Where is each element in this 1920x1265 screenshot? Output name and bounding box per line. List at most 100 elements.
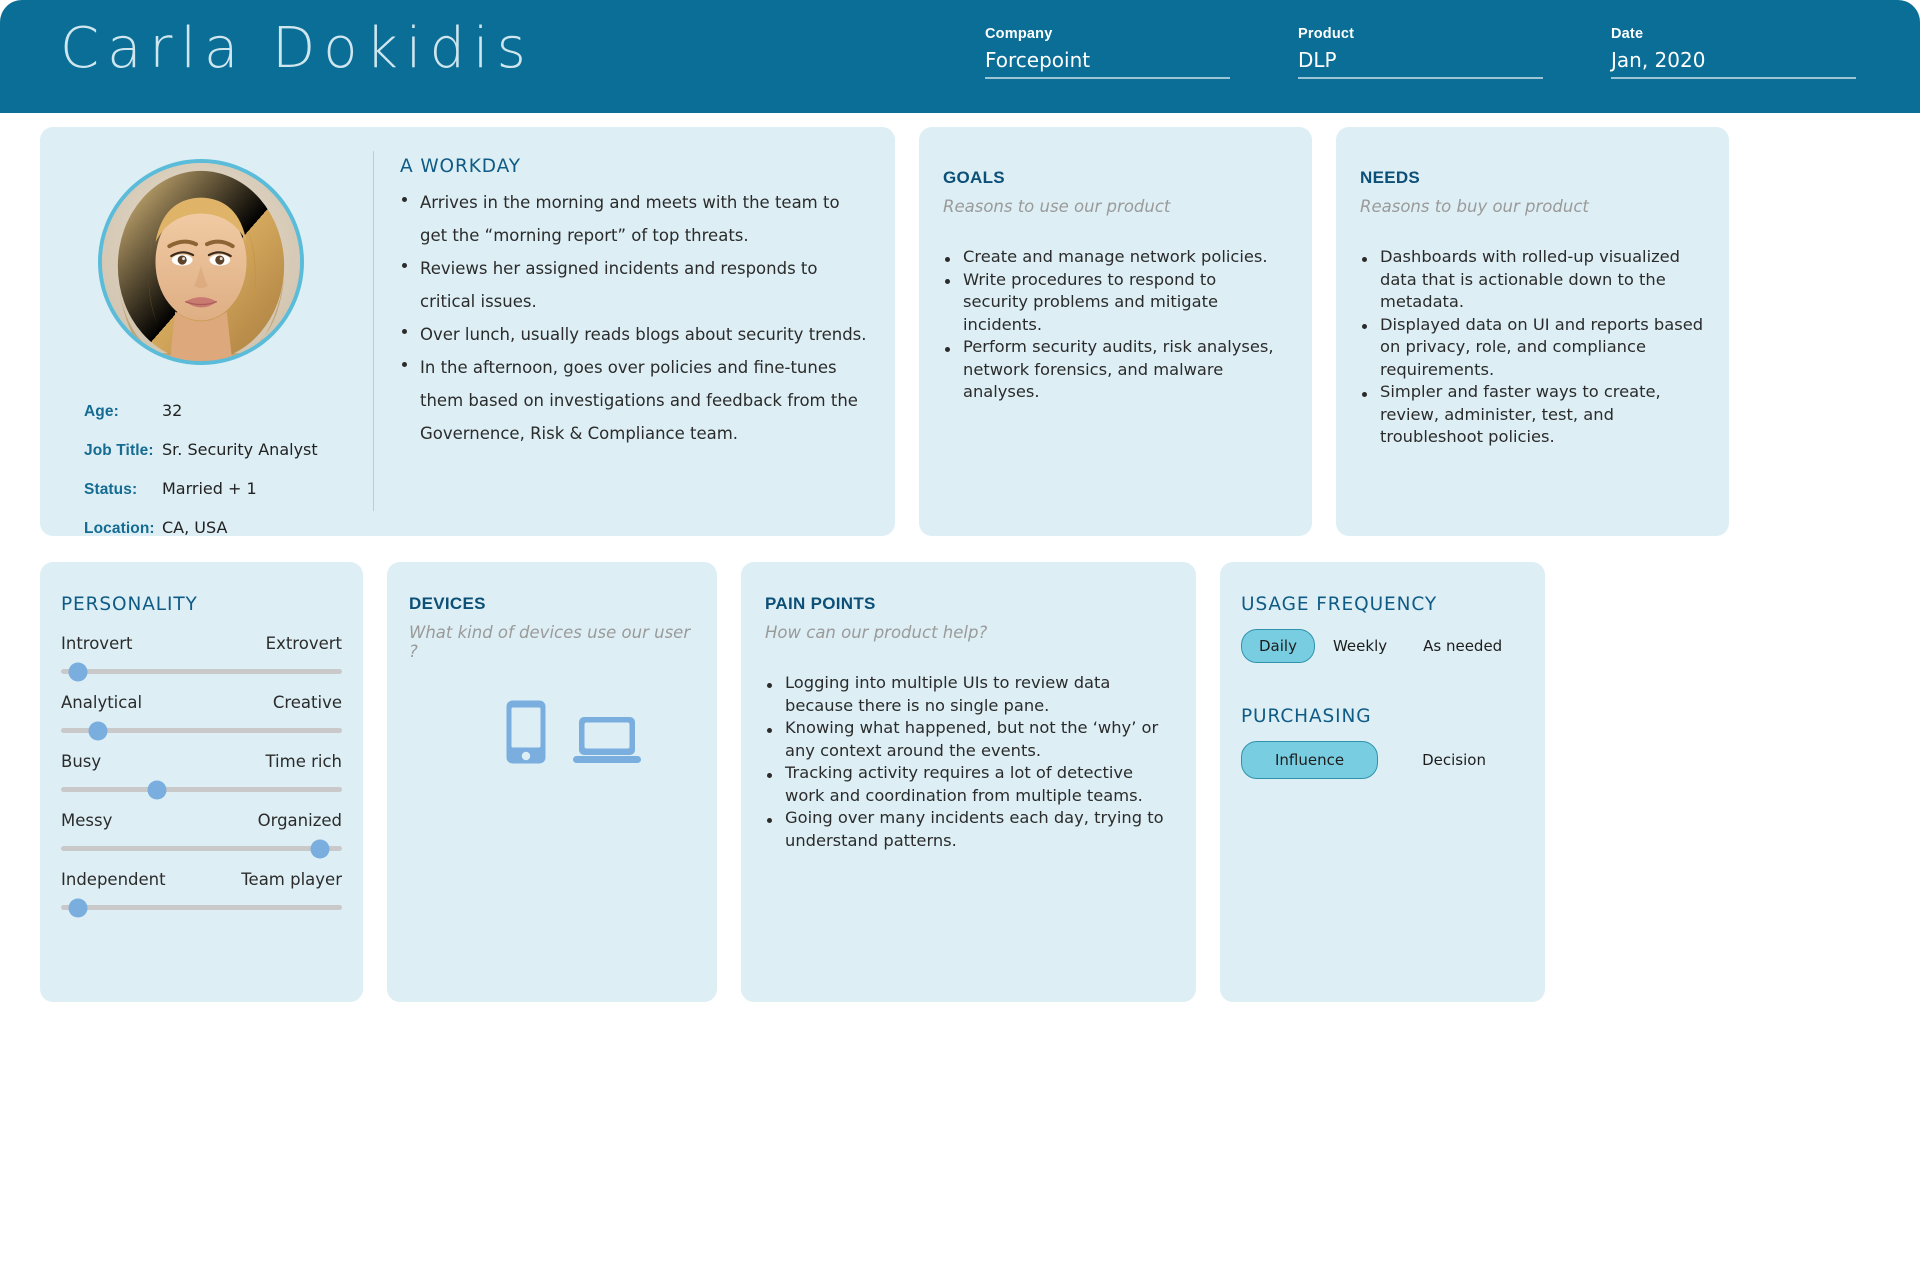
list-item: Logging into multiple UIs to review data… (765, 672, 1172, 717)
slider-busy-timerich: Busy Time rich (61, 752, 342, 799)
profile-fact-list: Age: 32 Job Title: Sr. Security Analyst … (84, 401, 373, 557)
slider-introvert-extrovert: Introvert Extrovert (61, 634, 342, 681)
fact-row-age: Age: 32 (84, 401, 373, 440)
slider-label-right: Time rich (265, 752, 342, 771)
slider-track[interactable] (61, 662, 342, 681)
workday-title: A WORKDAY (400, 156, 521, 177)
workday-list: Arrives in the morning and meets with th… (400, 186, 871, 450)
header-field-product: Product DLP (1298, 26, 1543, 79)
slider-label-left: Busy (61, 752, 102, 771)
fact-row-location: Location: CA, USA (84, 518, 373, 557)
list-item: Over lunch, usually reads blogs about se… (400, 318, 871, 351)
slider-labels: Independent Team player (61, 870, 342, 889)
slider-label-left: Analytical (61, 693, 143, 712)
slider-label-right: Team player (241, 870, 342, 889)
bottom-row: PERSONALITY Introvert Extrovert Analytic… (40, 562, 1880, 1002)
goals-title: GOALS (943, 168, 1005, 187)
list-item: Simpler and faster ways to create, revie… (1360, 381, 1705, 449)
slider-track[interactable] (61, 898, 342, 917)
slider-independent-teamplayer: Independent Team player (61, 870, 342, 917)
page-title: Carla Dokidis (60, 16, 534, 81)
header-meta-fields: Company Forcepoint Product DLP Date Jan,… (985, 26, 1856, 79)
header-field-company: Company Forcepoint (985, 26, 1230, 79)
date-value[interactable]: Jan, 2020 (1611, 48, 1856, 79)
list-item: Create and manage network policies. (943, 246, 1286, 269)
list-item: Displayed data on UI and reports based o… (1360, 314, 1705, 382)
company-value[interactable]: Forcepoint (985, 48, 1230, 79)
header-bar: Carla Dokidis Company Forcepoint Product… (0, 0, 1920, 113)
slider-track[interactable] (61, 721, 342, 740)
profile-details: Age: 32 Job Title: Sr. Security Analyst … (40, 127, 373, 537)
list-item: Write procedures to respond to security … (943, 269, 1286, 337)
list-item: Going over many incidents each day, tryi… (765, 807, 1172, 852)
fact-value: Married + 1 (162, 479, 257, 498)
date-label: Date (1611, 26, 1644, 42)
fact-value: CA, USA (162, 518, 228, 537)
fact-key: Status: (84, 481, 138, 498)
devices-subtitle: What kind of devices use our user ? (409, 623, 691, 661)
list-item: Dashboards with rolled-up visualized dat… (1360, 246, 1705, 314)
slider-label-right: Extrovert (265, 634, 342, 653)
pain-points-card: PAIN POINTS How can our product help? Lo… (741, 562, 1196, 1002)
slider-knob[interactable] (147, 780, 167, 799)
fact-key: Age: (84, 403, 119, 420)
needs-list: Dashboards with rolled-up visualized dat… (1360, 246, 1705, 449)
fact-row-status: Status: Married + 1 (84, 479, 373, 518)
usage-option-as-needed[interactable]: As needed (1405, 629, 1520, 663)
product-label: Product (1298, 26, 1355, 42)
device-icon-group (505, 699, 693, 765)
usage-frequency-title: USAGE FREQUENCY (1241, 594, 1438, 615)
purchasing-section: PURCHASING Influence Decision (1241, 706, 1524, 779)
usage-option-daily[interactable]: Daily (1241, 629, 1315, 663)
goals-list: Create and manage network policies. Writ… (943, 246, 1286, 404)
list-item: In the afternoon, goes over policies and… (400, 351, 871, 450)
workday-section: A WORKDAY Arrives in the morning and mee… (373, 127, 895, 536)
needs-card: NEEDS Reasons to buy our product Dashboa… (1336, 127, 1729, 536)
slider-label-right: Organized (257, 811, 342, 830)
usage-purchasing-card: USAGE FREQUENCY Daily Weekly As needed P… (1220, 562, 1545, 1002)
slider-label-left: Independent (61, 870, 166, 889)
slider-track[interactable] (61, 780, 342, 799)
slider-labels: Messy Organized (61, 811, 342, 830)
slider-track[interactable] (61, 839, 342, 858)
pain-points-list: Logging into multiple UIs to review data… (765, 672, 1172, 852)
needs-subtitle: Reasons to buy our product (1360, 197, 1589, 216)
persona-canvas: Carla Dokidis Company Forcepoint Product… (0, 0, 1920, 1265)
purchasing-option-influence[interactable]: Influence (1241, 741, 1379, 779)
purchasing-options: Influence Decision (1241, 741, 1524, 779)
fact-value: 32 (162, 401, 183, 420)
pain-points-title: PAIN POINTS (765, 594, 876, 613)
company-label: Company (985, 26, 1053, 42)
slider-knob[interactable] (68, 662, 88, 681)
profile-card: Age: 32 Job Title: Sr. Security Analyst … (40, 127, 895, 537)
devices-title: DEVICES (409, 594, 486, 613)
needs-title: NEEDS (1360, 168, 1421, 187)
smartphone-icon (506, 700, 546, 764)
slider-label-left: Introvert (61, 634, 133, 653)
fact-key: Job Title: (84, 442, 154, 459)
usage-option-weekly[interactable]: Weekly (1315, 629, 1405, 663)
portrait-photo-icon (102, 163, 300, 361)
purchasing-option-decision[interactable]: Decision (1404, 743, 1504, 777)
header-field-date: Date Jan, 2020 (1611, 26, 1856, 79)
list-item: Tracking activity requires a lot of dete… (765, 762, 1172, 807)
vertical-divider (373, 151, 374, 511)
goals-subtitle: Reasons to use our product (943, 197, 1171, 216)
slider-knob[interactable] (88, 721, 108, 740)
slider-labels: Busy Time rich (61, 752, 342, 771)
slider-knob[interactable] (310, 839, 330, 858)
personality-title: PERSONALITY (61, 594, 198, 615)
list-item: Arrives in the morning and meets with th… (400, 186, 871, 252)
slider-analytical-creative: Analytical Creative (61, 693, 342, 740)
devices-card: DEVICES What kind of devices use our use… (387, 562, 717, 1002)
product-value[interactable]: DLP (1298, 48, 1543, 79)
pain-points-subtitle: How can our product help? (765, 623, 988, 642)
purchasing-title: PURCHASING (1241, 706, 1372, 727)
slider-knob[interactable] (68, 898, 88, 917)
slider-label-right: Creative (272, 693, 342, 712)
fact-key: Location: (84, 520, 155, 537)
list-item: Reviews her assigned incidents and respo… (400, 252, 871, 318)
slider-label-left: Messy (61, 811, 113, 830)
slider-messy-organized: Messy Organized (61, 811, 342, 858)
top-row: Age: 32 Job Title: Sr. Security Analyst … (40, 127, 1880, 537)
